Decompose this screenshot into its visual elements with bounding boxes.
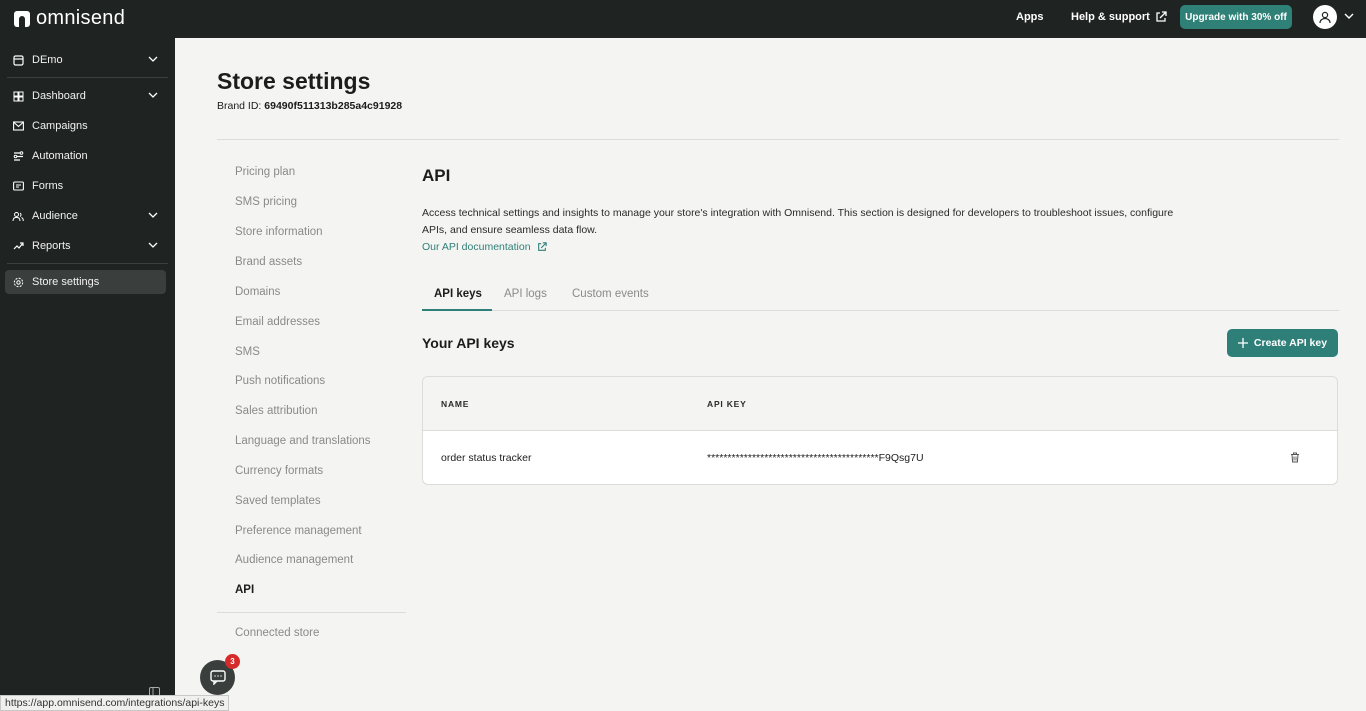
- settings-nav-currency-formats[interactable]: Currency formats: [235, 465, 323, 477]
- sidebar-item-label: Automation: [32, 150, 88, 162]
- sidebar-item-label: Store settings: [32, 276, 100, 288]
- mail-icon: [12, 120, 24, 132]
- help-support-link[interactable]: Help & support: [1071, 11, 1167, 23]
- chevron-down-icon[interactable]: [1344, 12, 1354, 20]
- settings-nav-connected-store[interactable]: Connected store: [235, 627, 319, 639]
- forms-icon: [12, 180, 24, 192]
- upgrade-button[interactable]: Upgrade with 30% off: [1180, 5, 1292, 29]
- sidebar-item-label: Forms: [32, 180, 64, 192]
- create-api-key-label: Create API key: [1253, 337, 1328, 349]
- section-description: Access technical settings and insights t…: [422, 207, 1174, 236]
- chat-notification-badge: 3: [225, 654, 240, 669]
- user-avatar[interactable]: [1313, 5, 1337, 29]
- sidebar-item-campaigns[interactable]: Campaigns: [5, 114, 166, 138]
- api-key-value: ****************************************…: [707, 452, 924, 464]
- omnisend-logo[interactable]: omnisend: [14, 7, 125, 30]
- help-support-label: Help & support: [1071, 11, 1150, 23]
- dashboard-icon: [12, 90, 24, 102]
- api-documentation-label: Our API documentation: [422, 241, 531, 253]
- brand-id-value: 69490f511313b285a4c91928: [264, 100, 403, 112]
- chevron-down-icon: [148, 242, 158, 248]
- settings-nav-preference-management[interactable]: Preference management: [235, 525, 362, 537]
- logo-text: omnisend: [36, 7, 126, 29]
- sidebar-item-automation[interactable]: Automation: [5, 144, 166, 168]
- store-name: DEmo: [32, 54, 63, 66]
- brand-id-label: Brand ID:: [217, 100, 262, 112]
- sidebar-item-reports[interactable]: Reports: [5, 234, 166, 258]
- table-header: NAME API KEY: [423, 377, 1337, 431]
- header-divider: [217, 139, 1339, 140]
- settings-nav-sales-attribution[interactable]: Sales attribution: [235, 405, 317, 417]
- column-header-api-key: API KEY: [707, 399, 747, 409]
- settings-nav-push-notifications[interactable]: Push notifications: [235, 375, 325, 387]
- chevron-down-icon: [148, 56, 158, 62]
- sidebar-item-store-settings[interactable]: Store settings: [5, 270, 166, 294]
- create-api-key-button[interactable]: Create API key: [1227, 329, 1338, 357]
- sidebar: DEmo Dashboard Campaigns Automation Form…: [0, 38, 175, 711]
- tab-api-keys[interactable]: API keys: [434, 288, 482, 300]
- api-keys-table: NAME API KEY order status tracker ******…: [422, 376, 1338, 485]
- omnisend-logo-icon: [14, 10, 30, 27]
- sidebar-divider: [7, 263, 168, 264]
- api-keys-heading: Your API keys: [422, 335, 515, 351]
- settings-nav-domains[interactable]: Domains: [235, 286, 280, 298]
- external-link-icon: [537, 242, 547, 251]
- sidebar-item-forms[interactable]: Forms: [5, 174, 166, 198]
- store-icon: [12, 54, 24, 66]
- plus-icon: [1237, 338, 1248, 348]
- tab-api-logs[interactable]: API logs: [504, 288, 547, 300]
- sidebar-item-label: Audience: [32, 210, 78, 222]
- store-switcher[interactable]: DEmo: [5, 48, 166, 72]
- settings-nav-audience-management[interactable]: Audience management: [235, 554, 353, 566]
- section-title: API: [422, 166, 451, 185]
- settings-nav-language-translations[interactable]: Language and translations: [235, 435, 371, 447]
- settings-nav-brand-assets[interactable]: Brand assets: [235, 256, 302, 268]
- settings-nav-sms[interactable]: SMS: [235, 346, 260, 358]
- tabs-divider: [422, 310, 1339, 311]
- sidebar-item-label: Reports: [32, 240, 71, 252]
- settings-nav-sms-pricing[interactable]: SMS pricing: [235, 196, 297, 208]
- column-header-name: NAME: [441, 399, 470, 409]
- external-link-icon: [1156, 11, 1167, 22]
- brand-id: Brand ID: 69490f511313b285a4c91928: [217, 100, 402, 112]
- sidebar-item-label: Dashboard: [32, 90, 86, 102]
- sidebar-divider: [7, 77, 168, 78]
- audience-icon: [12, 210, 24, 222]
- sidebar-item-label: Campaigns: [32, 120, 88, 132]
- user-icon: [1319, 11, 1331, 24]
- gear-icon: [12, 276, 24, 288]
- settings-nav-saved-templates[interactable]: Saved templates: [235, 495, 321, 507]
- automation-icon: [12, 150, 24, 162]
- chat-icon: [209, 670, 226, 685]
- sidebar-item-dashboard[interactable]: Dashboard: [5, 84, 166, 108]
- trash-icon[interactable]: [1290, 452, 1300, 463]
- settings-nav-api[interactable]: API: [235, 584, 254, 596]
- active-tab-indicator: [422, 309, 492, 311]
- settings-nav-store-information[interactable]: Store information: [235, 226, 323, 238]
- api-documentation-link[interactable]: Our API documentation: [422, 241, 547, 253]
- tab-custom-events[interactable]: Custom events: [572, 288, 649, 300]
- api-key-name: order status tracker: [441, 452, 532, 464]
- status-bar-url: https://app.omnisend.com/integrations/ap…: [0, 695, 230, 711]
- top-bar: omnisend Apps Help & support Upgrade wit…: [0, 0, 1366, 38]
- chevron-down-icon: [148, 212, 158, 218]
- settings-nav-email-addresses[interactable]: Email addresses: [235, 316, 320, 328]
- settings-nav-divider: [217, 612, 406, 613]
- sidebar-item-audience[interactable]: Audience: [5, 204, 166, 228]
- page-title: Store settings: [217, 68, 371, 94]
- settings-nav-pricing-plan[interactable]: Pricing plan: [235, 166, 295, 178]
- chevron-down-icon: [148, 92, 158, 98]
- apps-link[interactable]: Apps: [1016, 11, 1044, 23]
- reports-icon: [12, 240, 24, 252]
